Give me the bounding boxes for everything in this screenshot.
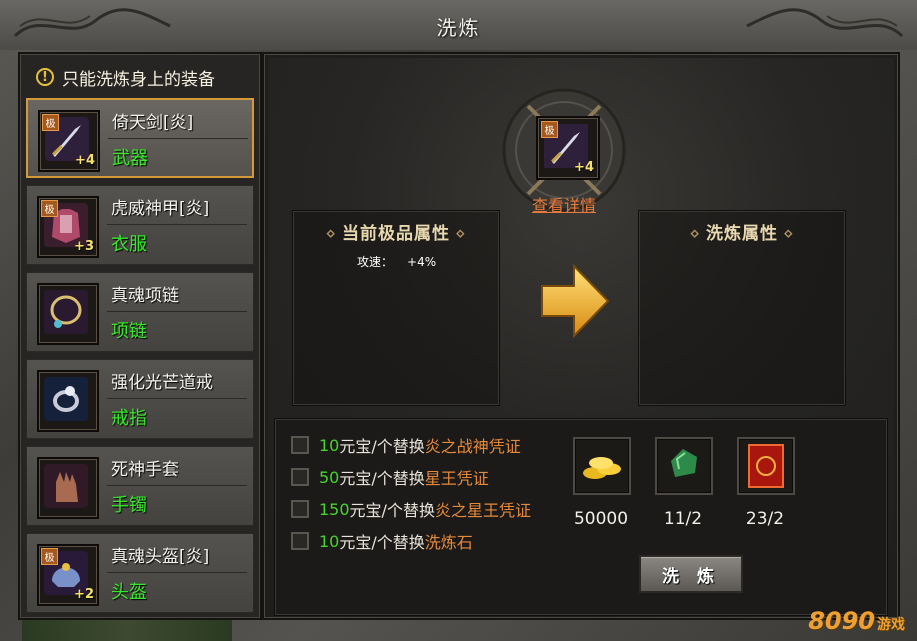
arrow-right-icon — [541, 264, 610, 338]
watermark-logo: 8090 游戏 — [808, 607, 905, 635]
gold-resource-slot[interactable] — [573, 437, 631, 495]
equipment-item-necklace[interactable]: 真魂项链 项链 — [26, 272, 254, 352]
option-row[interactable]: 50 元宝/个替换 星王凭证 — [291, 465, 489, 489]
item-slot — [37, 457, 99, 519]
title-bar: 洗炼 — [0, 0, 917, 50]
item-slot: 极 +4 — [38, 110, 100, 172]
item-name: 真魂项链 — [111, 286, 179, 306]
green-stone-icon — [671, 449, 697, 477]
gold-coins-icon — [583, 457, 621, 479]
stone-count: 11/2 — [663, 509, 703, 529]
grade-badge: 极 — [41, 200, 58, 217]
item-name: 真魂头盔[炎] — [111, 547, 210, 567]
option-row[interactable]: 150 元宝/个替换 炎之星王凭证 — [291, 497, 531, 521]
refine-window: 洗炼 ! 只能洗炼身上的装备 极 +4 倚天剑[炎] 武器 极 +3 虎威神甲[… — [0, 0, 917, 641]
item-type: 头盔 — [111, 582, 147, 603]
equipment-item-armor[interactable]: 极 +3 虎威神甲[炎] 衣服 — [26, 185, 254, 265]
option-checkbox[interactable] — [291, 532, 309, 550]
warning-icon: ! — [36, 68, 54, 86]
option-row[interactable]: 10 元宝/个替换 炎之战神凭证 — [291, 433, 521, 457]
equipment-item-weapon[interactable]: 极 +4 倚天剑[炎] 武器 — [26, 98, 254, 178]
refine-attributes-box: 洗炼属性 — [638, 210, 846, 406]
enhance-level: +4 — [574, 160, 594, 175]
notice-bar: ! 只能洗炼身上的装备 — [28, 62, 250, 92]
option-checkbox[interactable] — [291, 468, 309, 486]
enhance-level: +2 — [74, 587, 94, 602]
card-count: 23/2 — [745, 509, 785, 529]
option-row[interactable]: 10 元宝/个替换 洗炼石 — [291, 529, 473, 553]
refine-attributes-title: 洗炼属性 — [639, 219, 845, 244]
item-slot — [37, 370, 99, 432]
item-type: 手镯 — [111, 495, 147, 516]
option-checkbox[interactable] — [291, 500, 309, 518]
equipment-item-ring[interactable]: 强化光芒道戒 戒指 — [26, 359, 254, 439]
grade-badge: 极 — [41, 548, 58, 565]
item-slot — [37, 283, 99, 345]
item-name: 倚天剑[炎] — [112, 113, 194, 133]
bottom-decoration — [22, 620, 232, 641]
window-title: 洗炼 — [436, 16, 481, 40]
grade-badge: 极 — [42, 114, 59, 131]
item-name: 死神手套 — [111, 460, 179, 480]
attribute-value: +4% — [407, 255, 437, 269]
item-name: 虎威神甲[炎] — [111, 199, 210, 219]
enhance-level: +3 — [74, 239, 94, 254]
necklace-icon — [44, 290, 88, 334]
item-name: 强化光芒道戒 — [111, 373, 213, 393]
ring-icon — [44, 377, 88, 421]
stone-resource-slot[interactable] — [655, 437, 713, 495]
item-type: 武器 — [112, 148, 148, 169]
glove-icon — [44, 464, 88, 508]
notice-text: 只能洗炼身上的装备 — [62, 69, 215, 90]
equipment-list-panel: ! 只能洗炼身上的装备 极 +4 倚天剑[炎] 武器 极 +3 虎威神甲[炎] … — [18, 52, 262, 620]
item-type: 戒指 — [111, 408, 147, 429]
attribute-line: 攻速： +4% — [357, 253, 450, 270]
item-slot: 极 +3 — [37, 196, 99, 258]
refine-button[interactable]: 洗 炼 — [639, 555, 743, 593]
selected-equipment-slot[interactable]: 极 +4 — [536, 116, 600, 180]
attribute-label: 攻速： — [357, 255, 394, 269]
enhance-level: +4 — [75, 153, 95, 168]
red-card-icon — [748, 444, 784, 488]
refine-panel: 极 +4 查看详情 当前极品属性 攻速：+4% 洗炼属性 10元宝/ — [262, 52, 900, 620]
equipment-item-helmet[interactable]: 极 +2 真魂头盔[炎] 头盔 — [26, 533, 254, 613]
refine-options-area: 10 元宝/个替换 炎之战神凭证 50 元宝/个替换 星王凭证 150 元宝/个替换 炎之星… — [274, 418, 888, 616]
current-attributes-box: 当前极品属性 攻速： +4% — [292, 210, 500, 406]
view-details-link[interactable]: 查看详情 — [532, 192, 596, 216]
item-type: 项链 — [111, 321, 147, 342]
equipment-item-gloves[interactable]: 死神手套 手镯 — [26, 446, 254, 526]
option-checkbox[interactable] — [291, 436, 309, 454]
gold-count: 50000 — [573, 509, 629, 529]
card-resource-slot[interactable] — [737, 437, 795, 495]
current-attributes-title: 当前极品属性 — [293, 219, 499, 244]
item-type: 衣服 — [111, 234, 147, 255]
item-slot: 极 +2 — [37, 544, 99, 606]
grade-badge: 极 — [541, 121, 558, 138]
